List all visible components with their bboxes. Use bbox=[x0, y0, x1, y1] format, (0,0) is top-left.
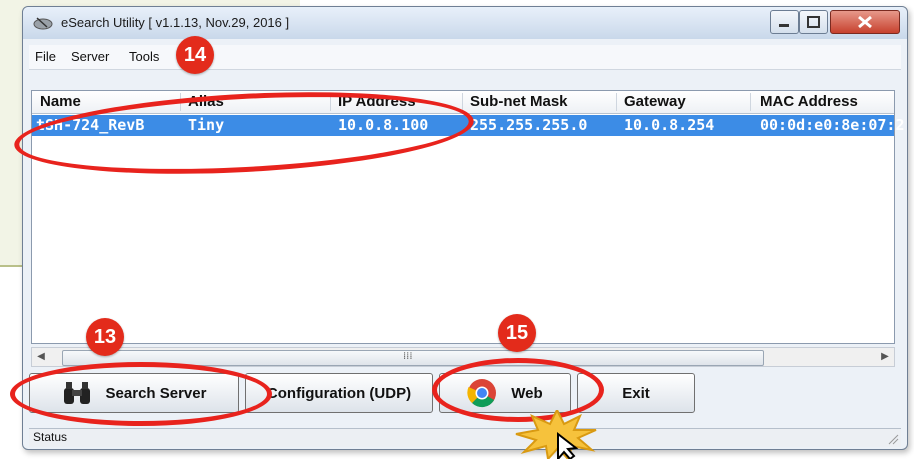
configuration-label: Configuration (UDP) bbox=[266, 384, 412, 402]
cell-gateway: 10.0.8.254 bbox=[624, 116, 715, 134]
click-burst-icon bbox=[515, 410, 597, 459]
exit-label: Exit bbox=[622, 384, 650, 402]
chrome-icon bbox=[467, 379, 497, 408]
cell-ip-address: 10.0.8.100 bbox=[338, 116, 429, 134]
column-divider[interactable] bbox=[462, 93, 463, 111]
maximize-icon bbox=[807, 16, 820, 28]
col-mac-address[interactable]: MAC Address bbox=[760, 93, 858, 110]
step-badge-13: 13 bbox=[86, 318, 124, 356]
menu-bar: File Server Tools bbox=[29, 45, 901, 70]
cell-subnet-mask: 255.255.255.0 bbox=[470, 116, 588, 134]
col-gateway[interactable]: Gateway bbox=[624, 93, 686, 110]
scroll-thumb[interactable]: ⁞⁞⁞ bbox=[62, 350, 764, 366]
scroll-right-icon[interactable]: ▶ bbox=[876, 348, 894, 366]
title-bar: eSearch Utility [ v1.1.13, Nov.29, 2016 … bbox=[23, 7, 907, 39]
menu-server[interactable]: Server bbox=[71, 49, 109, 64]
status-text: Status bbox=[33, 430, 68, 444]
grip-icon: ⁞⁞⁞ bbox=[403, 351, 413, 362]
exit-button[interactable]: Exit bbox=[577, 373, 695, 413]
cell-name: tSH-724_RevB bbox=[36, 116, 145, 134]
search-server-button[interactable]: Search Server bbox=[29, 373, 239, 413]
table-row[interactable]: tSH-724_RevB Tiny 10.0.8.100 255.255.255… bbox=[32, 115, 905, 136]
cell-mac-address: 00:0d:e0:8e:07:2 bbox=[760, 116, 905, 134]
column-divider[interactable] bbox=[616, 93, 617, 111]
binoculars-icon bbox=[63, 382, 90, 404]
column-divider[interactable] bbox=[750, 93, 751, 111]
menu-tools[interactable]: Tools bbox=[129, 49, 159, 64]
horizontal-scrollbar[interactable]: ◀ ⁞⁞⁞ ▶ bbox=[31, 347, 895, 367]
status-bar: Status bbox=[29, 428, 901, 447]
maximize-button[interactable] bbox=[799, 10, 828, 34]
column-divider[interactable] bbox=[180, 93, 181, 111]
resize-grip-icon[interactable] bbox=[887, 433, 899, 445]
menu-file[interactable]: File bbox=[35, 49, 56, 64]
configuration-udp-button[interactable]: Configuration (UDP) bbox=[245, 373, 433, 413]
close-button[interactable] bbox=[830, 10, 900, 34]
col-ip-address[interactable]: IP Address bbox=[338, 93, 416, 110]
step-badge-15: 15 bbox=[498, 314, 536, 352]
cell-alias: Tiny bbox=[188, 116, 225, 134]
search-server-label: Search Server bbox=[105, 384, 207, 402]
minimize-icon bbox=[779, 24, 789, 27]
minimize-button[interactable] bbox=[770, 10, 799, 34]
col-alias[interactable]: Alias bbox=[188, 93, 224, 110]
window-title: eSearch Utility [ v1.1.13, Nov.29, 2016 … bbox=[61, 15, 290, 30]
server-list[interactable]: Name Alias IP Address Sub-net Mask Gatew… bbox=[31, 90, 905, 344]
column-divider[interactable] bbox=[330, 93, 331, 111]
app-icon bbox=[33, 17, 53, 30]
scroll-left-icon[interactable]: ◀ bbox=[32, 348, 50, 366]
web-label: Web bbox=[511, 384, 543, 402]
web-button[interactable]: Web bbox=[439, 373, 571, 413]
col-name[interactable]: Name bbox=[40, 93, 81, 110]
close-icon bbox=[858, 15, 872, 29]
step-badge-14: 14 bbox=[176, 36, 214, 74]
app-window: eSearch Utility [ v1.1.13, Nov.29, 2016 … bbox=[22, 6, 908, 450]
list-header: Name Alias IP Address Sub-net Mask Gatew… bbox=[32, 91, 894, 114]
col-subnet-mask[interactable]: Sub-net Mask bbox=[470, 93, 568, 110]
